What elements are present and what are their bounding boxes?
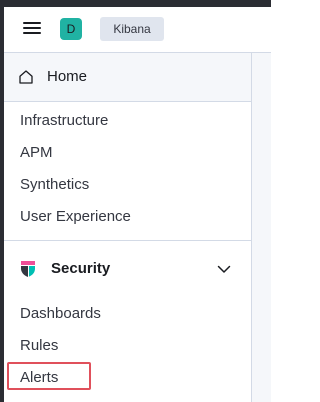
- nav-item-apm[interactable]: APM: [20, 144, 53, 161]
- nav-item-user-experience[interactable]: User Experience: [20, 208, 131, 225]
- app-badge[interactable]: Kibana: [100, 17, 164, 41]
- scroll-gutter: [252, 53, 271, 402]
- nav-item-dashboards[interactable]: Dashboards: [20, 305, 101, 322]
- nav-item-infrastructure[interactable]: Infrastructure: [20, 112, 108, 129]
- nav-section-security[interactable]: Security: [51, 260, 110, 277]
- hamburger-menu-icon[interactable]: [23, 21, 41, 35]
- security-logo-icon: [21, 261, 35, 277]
- nav-home-label: Home: [47, 68, 88, 85]
- nav-item-rules[interactable]: Rules: [20, 337, 58, 354]
- space-avatar[interactable]: D: [60, 18, 82, 40]
- side-nav: Home Infrastructure APM Synthetics User …: [4, 53, 252, 402]
- nav-item-alerts[interactable]: Alerts: [20, 369, 58, 386]
- top-header: D Kibana: [4, 0, 271, 53]
- nav-item-synthetics[interactable]: Synthetics: [20, 176, 89, 193]
- nav-item-home[interactable]: Home: [4, 53, 251, 102]
- home-icon: [19, 70, 33, 84]
- chevron-down-icon[interactable]: [216, 261, 232, 277]
- section-divider: [4, 240, 251, 241]
